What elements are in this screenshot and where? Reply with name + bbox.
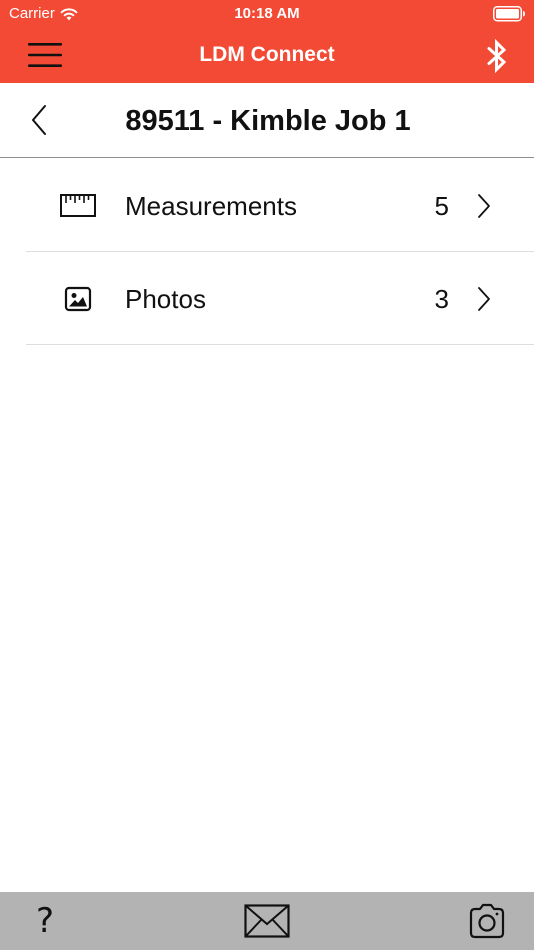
list-item-measurements[interactable]: Measurements 5 bbox=[0, 159, 534, 252]
navigation-bar: LDM Connect bbox=[0, 28, 534, 83]
page-title: 89511 - Kimble Job 1 bbox=[125, 105, 411, 137]
mail-icon bbox=[244, 904, 290, 938]
camera-icon bbox=[469, 903, 505, 939]
photo-icon bbox=[58, 282, 98, 316]
bluetooth-icon bbox=[487, 39, 507, 73]
app-header: Carrier 10:18 AM LDM Connect bbox=[0, 0, 534, 83]
camera-button[interactable] bbox=[464, 892, 510, 950]
back-button[interactable] bbox=[22, 100, 56, 140]
status-time: 10:18 AM bbox=[234, 5, 300, 22]
hamburger-menu-icon bbox=[28, 43, 62, 67]
ruler-icon bbox=[58, 189, 98, 223]
status-bar: Carrier 10:18 AM bbox=[0, 0, 534, 28]
list-item-photos[interactable]: Photos 3 bbox=[0, 252, 534, 345]
menu-button[interactable] bbox=[25, 38, 65, 72]
app-title: LDM Connect bbox=[199, 43, 335, 66]
content-list: Measurements 5 Photos 3 bbox=[0, 159, 534, 345]
chevron-right-icon bbox=[474, 192, 494, 220]
help-button[interactable]: ? bbox=[22, 892, 68, 950]
bluetooth-button[interactable] bbox=[480, 36, 514, 76]
mail-button[interactable] bbox=[241, 892, 293, 950]
help-icon: ? bbox=[35, 901, 55, 941]
list-item-label: Measurements bbox=[125, 191, 297, 221]
list-item-count: 5 bbox=[434, 191, 449, 221]
bottom-toolbar: ? bbox=[0, 892, 534, 950]
chevron-left-icon bbox=[32, 105, 46, 135]
list-item-count: 3 bbox=[434, 284, 449, 314]
chevron-right-icon bbox=[474, 285, 494, 313]
list-item-label: Photos bbox=[125, 284, 206, 314]
page-header: 89511 - Kimble Job 1 bbox=[0, 83, 534, 158]
battery-full-icon bbox=[493, 6, 525, 22]
